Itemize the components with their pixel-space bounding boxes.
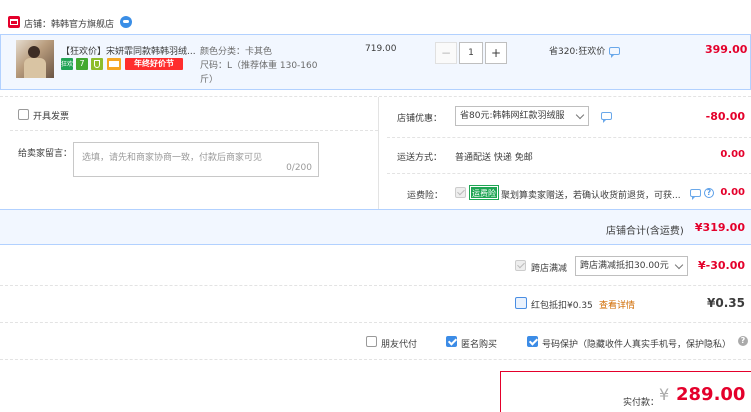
product-thumbnail[interactable] — [16, 40, 54, 78]
quantity-stepper: − 1 + — [435, 42, 507, 64]
saving-label: 省320:狂欢价 — [549, 47, 606, 57]
privacy-checkbox[interactable] — [527, 336, 538, 347]
tag-card-icon — [107, 58, 121, 70]
product-color: 颜色分类：卡其色 — [200, 47, 273, 57]
payment-amount: 289.00 — [676, 384, 746, 405]
cross-store-select[interactable]: 跨店满减抵扣30.00元 — [575, 256, 688, 276]
shop-total-bar: 店铺合计(含运费) ¥319.00 — [0, 209, 751, 245]
payment-label: 实付款： — [623, 398, 660, 408]
product-title[interactable]: 【狂欢价】宋妍霏同款韩韩羽绒... — [61, 44, 199, 57]
shop-total-label: 店铺合计(含运费) — [606, 226, 684, 237]
red-packet-checkbox[interactable] — [515, 297, 527, 309]
shipping-amount: 0.00 — [720, 149, 745, 160]
cross-store-amount: ¥-30.00 — [697, 259, 745, 272]
payment-currency: ¥ — [659, 385, 670, 404]
shop-name[interactable]: 店铺：韩韩官方旗舰店 — [24, 17, 114, 30]
message-textarea[interactable]: 选填，请先和商家协商一致，付款后商家可见 0/200 — [73, 142, 319, 177]
privacy-help-icon[interactable]: ? — [738, 336, 748, 346]
message-placeholder: 选填，请先和商家协商一致，付款后商家可见 — [82, 153, 263, 163]
insurance-label: 运费险： — [407, 191, 444, 201]
unit-price: 719.00 — [365, 44, 397, 54]
shop-discount-label: 店铺优惠： — [397, 114, 443, 124]
friend-pay-checkbox[interactable] — [366, 336, 377, 347]
invoice-checkbox[interactable] — [18, 109, 29, 120]
insurance-chat-icon[interactable] — [690, 189, 701, 200]
quantity-plus-button[interactable]: + — [485, 42, 507, 64]
tag-kuanghuan: 狂欢 — [61, 58, 73, 70]
friend-pay-label: 朋友代付 — [381, 340, 418, 350]
tag-7day: 7 — [76, 58, 88, 70]
shop-icon — [8, 16, 20, 28]
message-label: 给卖家留言： — [18, 149, 73, 159]
shop-discount-info-icon[interactable] — [601, 112, 612, 123]
invoice-label: 开具发票 — [33, 112, 70, 122]
tag-year-end-sale: 年终好价节 — [125, 58, 183, 70]
saving-info-icon[interactable] — [609, 47, 620, 58]
shipping-label: 运送方式： — [397, 153, 443, 163]
product-size: 尺码：L（推荐体重 130-160斤） — [200, 61, 318, 85]
quantity-input[interactable]: 1 — [459, 42, 483, 64]
shop-discount-select[interactable]: 省80元:韩韩网红款羽绒服 — [455, 106, 589, 126]
shipping-method: 普通配送 快递 免邮 — [455, 153, 533, 163]
anonymous-checkbox[interactable] — [446, 336, 457, 347]
wangwang-chat-icon[interactable] — [120, 16, 132, 28]
order-detail-panel: 店铺优惠： 省80元:韩韩网红款羽绒服 -80.00 运送方式： 普通配送 快递… — [378, 97, 751, 209]
insurance-badge: 运费险 — [469, 185, 499, 200]
tag-guarantee-icon — [91, 58, 103, 70]
anonymous-label: 匿名购买 — [461, 340, 498, 350]
privacy-label: 号码保护（隐藏收件人真实手机号，保护隐私） — [542, 340, 732, 350]
cross-store-checkbox — [515, 260, 526, 271]
shop-total-amount: ¥319.00 — [694, 221, 745, 234]
shop-discount-amount: -80.00 — [705, 110, 745, 123]
insurance-text: 聚划算卖家赠送，若确认收货前退货，可获... — [501, 191, 681, 201]
payment-summary: 实付款： ¥ 289.00 — [500, 371, 751, 412]
item-subtotal: 399.00 — [705, 43, 748, 56]
red-packet-details-link[interactable]: 查看详情 — [599, 298, 635, 311]
insurance-help-icon[interactable]: ? — [704, 188, 714, 198]
insurance-amount: 0.00 — [720, 187, 745, 198]
order-item-row: 【狂欢价】宋妍霏同款韩韩羽绒... 狂欢 7 年终好价节 颜色分类：卡其色 尺码… — [0, 34, 751, 90]
red-packet-label: 红包抵扣¥0.35 — [531, 301, 593, 311]
insurance-checkbox — [455, 187, 466, 198]
quantity-minus-button[interactable]: − — [435, 42, 457, 64]
invoice-option[interactable]: 开具发票 — [18, 108, 98, 122]
cross-store-label: 跨店满减 — [531, 264, 568, 274]
shop-header: 店铺：韩韩官方旗舰店 — [0, 0, 751, 34]
message-counter: 0/200 — [286, 163, 312, 173]
red-packet-amount: ¥0.35 — [707, 296, 745, 310]
